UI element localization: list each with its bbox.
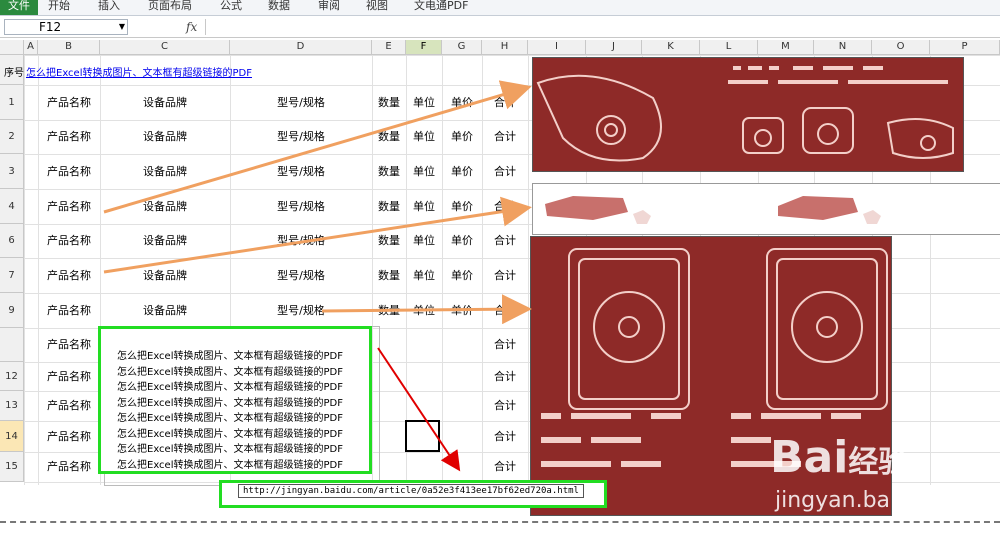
arrows-overlay (103, 80, 532, 472)
arrow-to-dvr (103, 196, 532, 274)
arrow-to-harddrive (321, 294, 532, 325)
arrow-to-camera (103, 80, 532, 214)
arrow-to-tooltip (377, 347, 461, 472)
